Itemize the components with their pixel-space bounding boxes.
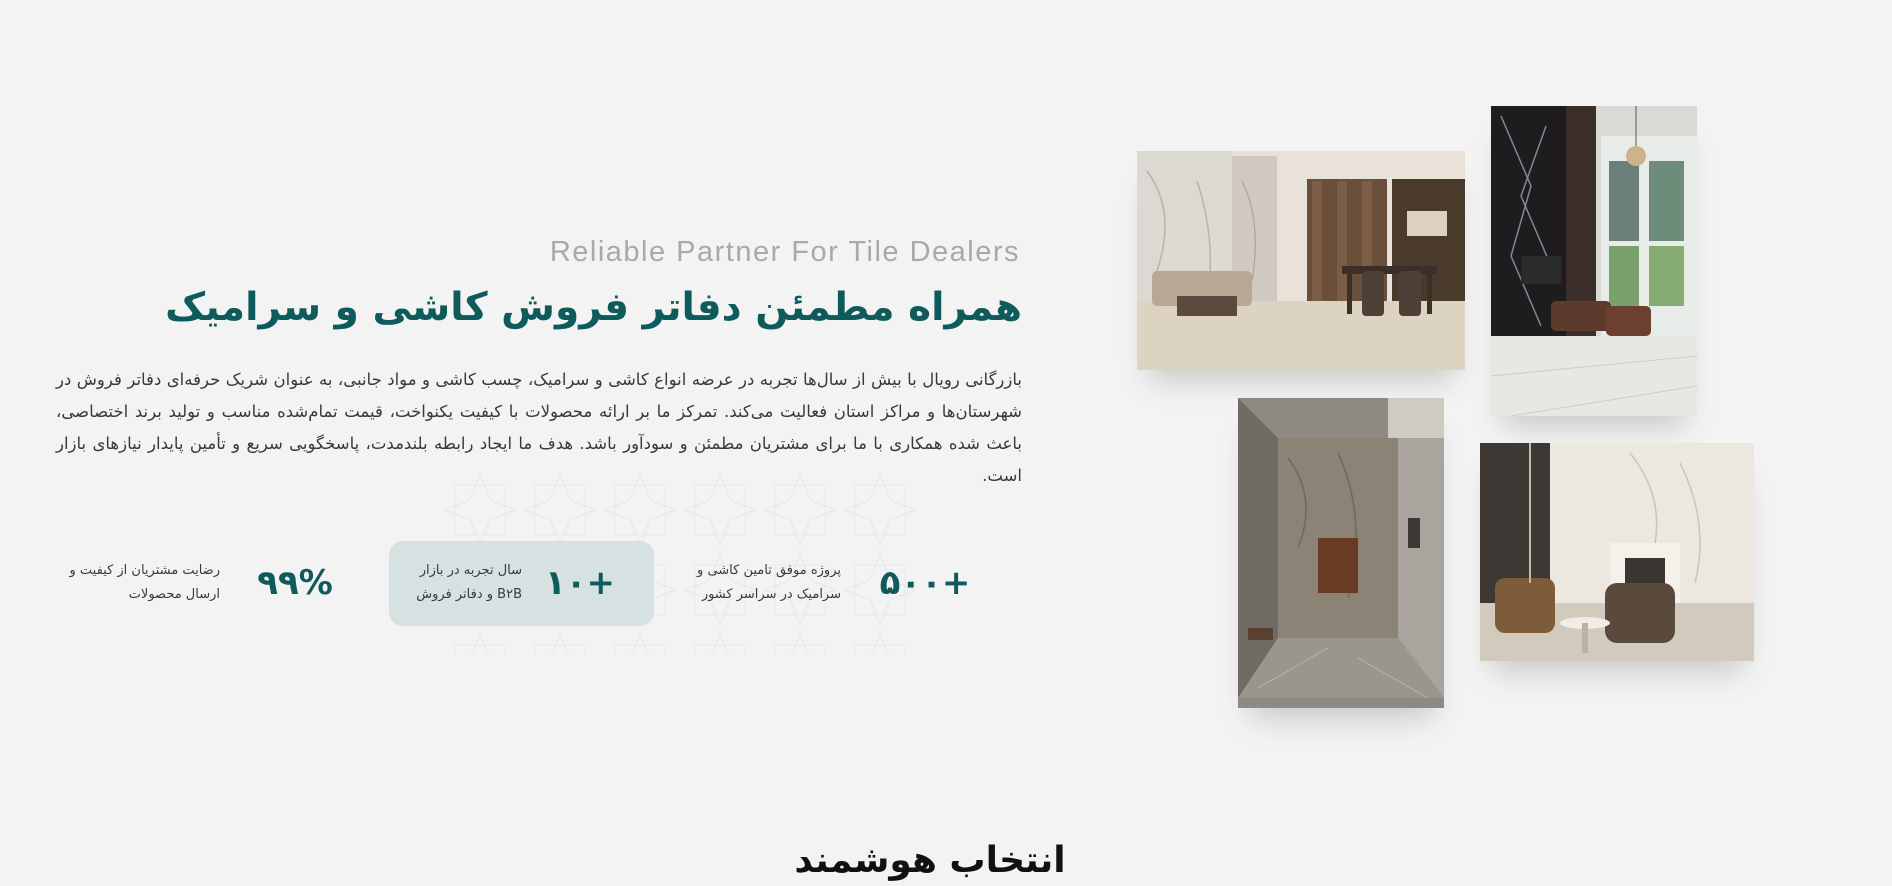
stat-satisfaction-label: رضایت مشتریان از کیفیت و ارسال محصولات: [50, 559, 220, 607]
stat-satisfaction-label-line2: ارسال محصولات: [128, 587, 220, 602]
stat-experience-label-line1: سال تجربه در بازار: [419, 563, 522, 578]
stat-experience-label-line2: B۲B و دفاتر فروش: [416, 587, 522, 602]
stat-projects-value: +۵۰۰: [879, 563, 971, 603]
next-section-heading: انتخاب هوشمند: [794, 840, 1066, 881]
living-dining-room-photo: [1137, 151, 1465, 370]
stat-satisfaction-label-line1: رضایت مشتریان از کیفیت و: [69, 563, 220, 578]
fireplace-lounge-photo: [1480, 443, 1754, 661]
black-marble-hall-photo: [1491, 106, 1697, 416]
stat-satisfaction-value: ۹۹%: [257, 563, 333, 603]
hero-subtitle: Reliable Partner For Tile Dealers: [549, 236, 1020, 268]
stat-projects-label: پروژه موفق تامین کاشی و سرامیک در سراسر …: [660, 559, 841, 607]
stat-projects-label-line2: سرامیک در سراسر کشور: [701, 587, 841, 602]
stat-experience-label: سال تجربه در بازار B۲B و دفاتر فروش: [400, 559, 522, 607]
stat-projects-label-line1: پروژه موفق تامین کاشی و: [697, 563, 841, 578]
hero-paragraph: بازرگانی رویال با بیش از سال‌ها تجربه در…: [56, 370, 1022, 485]
hero-title: همراه مطمئن دفاتر فروش کاشی و سرامیک: [165, 285, 1022, 330]
stat-experience-value: +۱۰: [544, 563, 615, 603]
marble-corridor-photo: [1238, 398, 1444, 708]
